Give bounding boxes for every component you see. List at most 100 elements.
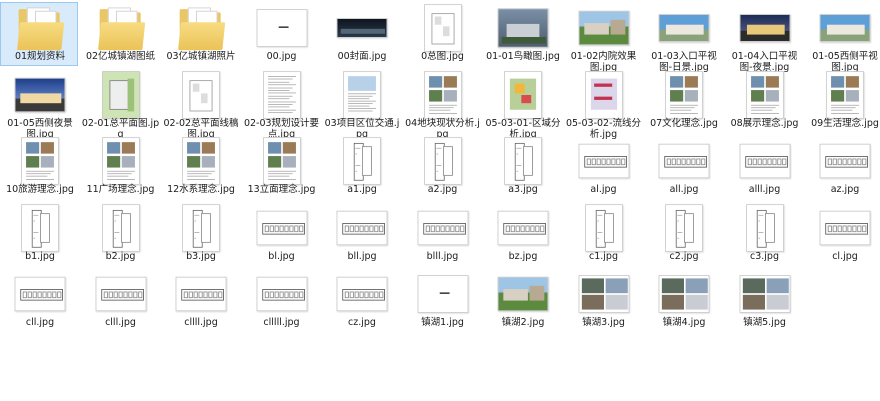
image-thumbnail-icon: [251, 70, 313, 119]
file-item[interactable]: 07文化理念.jpg: [644, 69, 722, 133]
file-item[interactable]: 02-03规划设计要点.jpg: [242, 69, 320, 140]
file-item[interactable]: 01-03入口平视图-日景.jpg: [644, 2, 722, 73]
folder-item[interactable]: 03亿城镇湖照片: [161, 2, 239, 66]
image-thumbnail-icon: [251, 205, 313, 251]
file-name-label: b2.jpg: [105, 250, 136, 262]
file-name-label: 07文化理念.jpg: [650, 117, 718, 129]
file-name-label: 11广场理念.jpg: [86, 184, 155, 195]
file-item[interactable]: all.jpg: [644, 135, 722, 199]
file-item[interactable]: cllll.jpg: [161, 268, 239, 332]
file-item[interactable]: 05-03-02-流线分析.jpg: [564, 69, 642, 140]
file-name-label: az.jpg: [830, 184, 860, 195]
file-item[interactable]: 03项目区位交通.jpg: [322, 69, 400, 140]
file-name-label: 镇湖2.jpg: [501, 317, 545, 328]
file-item[interactable]: alll.jpg: [725, 135, 803, 199]
image-thumbnail-icon: [90, 137, 152, 185]
file-item[interactable]: 05-03-01-区域分析.jpg: [483, 69, 561, 140]
file-name-label: 09生活理念.jpg: [811, 117, 879, 129]
file-item[interactable]: 0总图.jpg: [403, 2, 481, 66]
file-item[interactable]: bz.jpg: [483, 202, 561, 266]
file-name-label: c2.jpg: [669, 250, 699, 262]
file-item[interactable]: 01-05西侧夜景图.jpg: [0, 69, 78, 140]
image-thumbnail-icon: [331, 271, 393, 317]
file-name-label: all.jpg: [669, 184, 699, 195]
file-item[interactable]: c2.jpg: [644, 202, 722, 266]
file-item[interactable]: 镇湖3.jpg: [564, 268, 642, 332]
folder-icon: [170, 5, 232, 51]
file-item[interactable]: a1.jpg: [322, 135, 400, 199]
file-item[interactable]: 12水系理念.jpg: [161, 135, 239, 199]
file-item[interactable]: c3.jpg: [725, 202, 803, 266]
image-thumbnail-icon: [170, 137, 232, 185]
image-thumbnail-icon: [734, 138, 796, 184]
file-name-label: a3.jpg: [508, 184, 538, 195]
file-item[interactable]: bll.jpg: [322, 202, 400, 266]
image-thumbnail-icon: [251, 271, 313, 317]
image-thumbnail-icon: [251, 137, 313, 185]
file-item[interactable]: b2.jpg: [81, 202, 159, 266]
image-thumbnail-icon: [653, 203, 715, 252]
file-item[interactable]: 02-02总平面线稿图.jpg: [161, 69, 239, 140]
file-item[interactable]: b1.jpg: [0, 202, 78, 266]
file-item[interactable]: 02-01总平面图.jpg: [81, 69, 159, 140]
file-item[interactable]: 11广场理念.jpg: [81, 135, 159, 199]
image-thumbnail-icon: [573, 70, 635, 119]
image-thumbnail-icon: [331, 205, 393, 251]
image-thumbnail-icon: [331, 137, 393, 185]
file-item[interactable]: 01-05西侧平视图.jpg: [805, 2, 880, 73]
file-name-label: cz.jpg: [348, 317, 376, 328]
file-item[interactable]: az.jpg: [805, 135, 880, 199]
file-item[interactable]: blll.jpg: [403, 202, 481, 266]
image-thumbnail-icon: [412, 137, 474, 185]
file-item[interactable]: bl.jpg: [242, 202, 320, 266]
file-item[interactable]: clll.jpg: [81, 268, 159, 332]
file-name-label: 镇湖4.jpg: [662, 317, 706, 328]
image-thumbnail-icon: [412, 70, 474, 119]
file-item[interactable]: a2.jpg: [403, 135, 481, 199]
file-item[interactable]: 镇湖5.jpg: [725, 268, 803, 332]
file-item[interactable]: 镇湖2.jpg: [483, 268, 561, 332]
image-thumbnail-icon: [90, 203, 152, 252]
file-item[interactable]: b3.jpg: [161, 202, 239, 266]
image-thumbnail-icon: [653, 5, 715, 51]
file-item[interactable]: 01-01鸟瞰图.jpg: [483, 2, 561, 66]
file-item[interactable]: 13立面理念.jpg: [242, 135, 320, 199]
file-item[interactable]: 00.jpg: [242, 2, 320, 66]
file-item[interactable]: al.jpg: [564, 135, 642, 199]
file-name-label: b1.jpg: [25, 250, 55, 262]
folder-item[interactable]: 01规划资料: [0, 2, 78, 66]
image-thumbnail-icon: [9, 72, 71, 118]
image-thumbnail-icon: [170, 203, 232, 252]
file-name-label: 镇湖5.jpg: [743, 317, 786, 328]
image-thumbnail-icon: [814, 205, 876, 251]
file-item[interactable]: cl.jpg: [805, 202, 880, 266]
file-name-label: 12水系理念.jpg: [167, 184, 235, 195]
file-item[interactable]: 镇湖1.jpg: [403, 268, 481, 332]
image-thumbnail-icon: [653, 70, 715, 119]
folder-icon: [9, 5, 71, 51]
file-item[interactable]: 镇湖4.jpg: [644, 268, 722, 332]
image-thumbnail-icon: [412, 205, 474, 251]
file-item[interactable]: 01-02内院效果图.jpg: [564, 2, 642, 73]
file-item[interactable]: cll.jpg: [0, 268, 78, 332]
image-thumbnail-icon: [90, 70, 152, 119]
image-thumbnail-icon: [331, 5, 393, 51]
file-name-label: 00.jpg: [266, 51, 297, 62]
file-item[interactable]: clllll.jpg: [242, 268, 320, 332]
file-item[interactable]: c1.jpg: [564, 202, 642, 266]
file-item[interactable]: 04地块现状分析.jpg: [403, 69, 481, 140]
file-name-label: 02亿城镇湖图纸: [85, 51, 156, 62]
file-name-label: b3.jpg: [186, 250, 216, 262]
image-thumbnail-icon: [331, 70, 393, 119]
file-item[interactable]: 01-04入口平视图-夜景.jpg: [725, 2, 803, 73]
file-item[interactable]: 08展示理念.jpg: [725, 69, 803, 133]
file-item[interactable]: a3.jpg: [483, 135, 561, 199]
file-name-label: alll.jpg: [748, 184, 781, 195]
folder-item[interactable]: 02亿城镇湖图纸: [81, 2, 159, 66]
image-thumbnail-icon: [492, 70, 554, 119]
file-name-label: 镇湖3.jpg: [582, 317, 625, 328]
file-item[interactable]: cz.jpg: [322, 268, 400, 332]
file-item[interactable]: 10旅游理念.jpg: [0, 135, 78, 199]
file-item[interactable]: 00封面.jpg: [322, 2, 400, 66]
file-item[interactable]: 09生活理念.jpg: [805, 69, 880, 133]
